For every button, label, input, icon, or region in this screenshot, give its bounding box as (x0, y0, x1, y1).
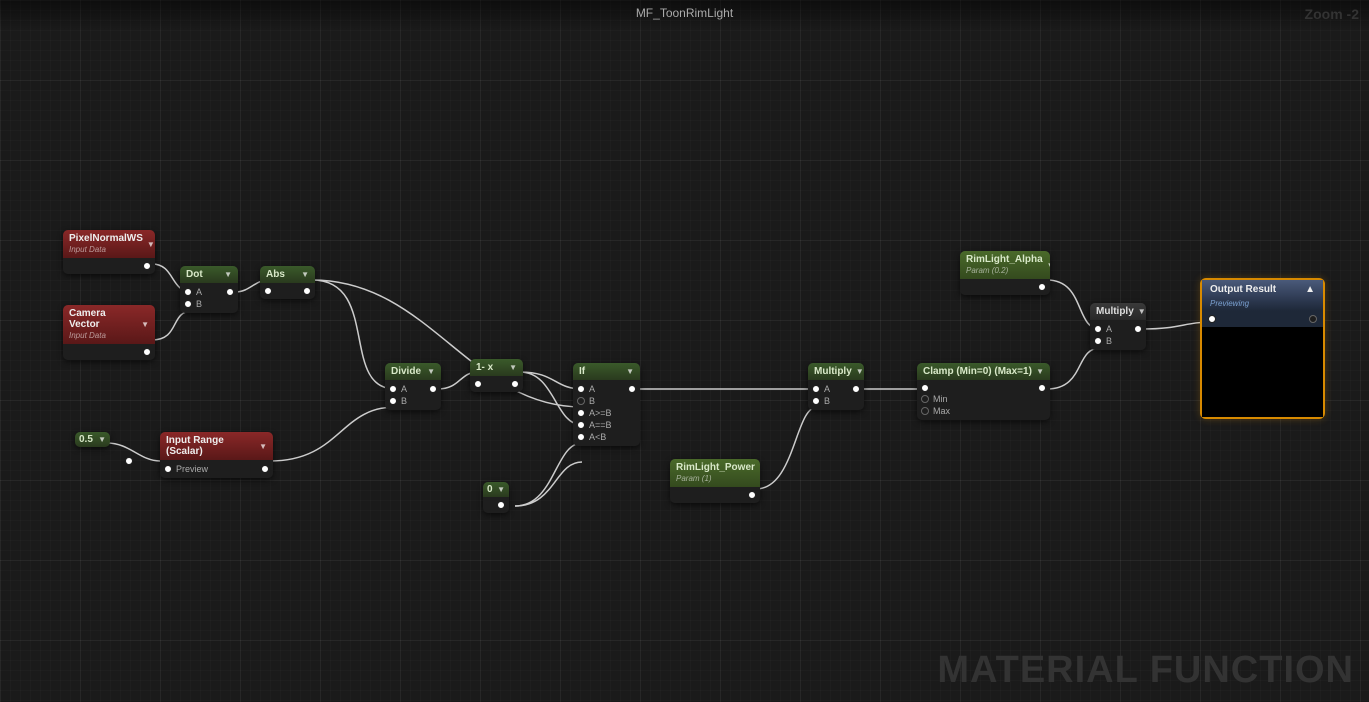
watermark: MATERIAL FUNCTION (937, 649, 1354, 692)
node-subtitle: Previewing (1202, 299, 1323, 311)
node-title: 1- x (476, 362, 493, 373)
input-pin-b[interactable] (577, 397, 585, 405)
input-pin-a[interactable] (1094, 325, 1102, 333)
node-subtitle: Param (0.2) (966, 266, 1008, 275)
input-pin-a[interactable] (389, 385, 397, 393)
input-pin-aeb[interactable] (577, 421, 585, 429)
node-const-05[interactable]: 0.5 ▼ (75, 432, 110, 447)
node-title: Input Range (Scalar) (166, 435, 255, 457)
input-pin[interactable] (1208, 315, 1216, 323)
chevron-up-icon[interactable]: ▲ (1305, 284, 1315, 295)
input-pin-b[interactable] (1094, 337, 1102, 345)
input-pin[interactable] (921, 384, 929, 392)
chevron-down-icon[interactable]: ▼ (259, 442, 267, 451)
node-title: PixelNormalWS (69, 233, 143, 244)
node-title: Output Result (1210, 284, 1276, 295)
node-title: Dot (186, 269, 203, 280)
node-multiply-1[interactable]: Multiply▼ A B (808, 363, 864, 410)
node-if[interactable]: If▼ A B A>=B A==B A<B (573, 363, 640, 446)
output-pin[interactable] (1038, 283, 1046, 291)
input-pin-min[interactable] (921, 395, 929, 403)
node-subtitle: Input Data (69, 331, 106, 340)
node-title: RimLight_Alpha (966, 254, 1043, 265)
chevron-down-icon[interactable]: ▼ (1138, 307, 1146, 316)
node-title: Clamp (Min=0) (Max=1) (923, 366, 1032, 377)
node-oneminus[interactable]: 1- x ▼ (470, 359, 523, 392)
chevron-down-icon[interactable]: ▼ (856, 367, 864, 376)
node-input-range[interactable]: Input Range (Scalar)▼ Preview (160, 432, 273, 478)
chevron-down-icon[interactable]: ▼ (98, 435, 106, 444)
chevron-down-icon[interactable]: ▼ (626, 367, 634, 376)
output-pin[interactable] (628, 385, 636, 393)
output-pin[interactable] (1309, 315, 1317, 323)
node-subtitle: Param (1) (676, 474, 712, 483)
node-divide[interactable]: Divide▼ A B (385, 363, 441, 410)
input-pin-b[interactable] (389, 397, 397, 405)
zoom-level: Zoom -2 (1305, 6, 1359, 22)
node-abs[interactable]: Abs ▼ (260, 266, 315, 299)
output-pin[interactable] (261, 465, 269, 473)
node-title: If (579, 366, 585, 377)
input-pin-a[interactable] (812, 385, 820, 393)
input-pin-a[interactable] (184, 288, 192, 296)
chevron-down-icon[interactable]: ▼ (224, 270, 232, 279)
node-cameravector[interactable]: Camera VectorInput Data ▼ (63, 305, 155, 360)
output-pin[interactable] (303, 287, 311, 295)
input-pin-agb[interactable] (577, 409, 585, 417)
input-pin[interactable] (164, 465, 172, 473)
input-pin-alb[interactable] (577, 433, 585, 441)
output-pin[interactable] (429, 385, 437, 393)
output-pin[interactable] (125, 457, 133, 465)
node-subtitle: Input Data (69, 245, 106, 254)
input-pin-b[interactable] (812, 397, 820, 405)
output-pin[interactable] (748, 491, 756, 499)
output-pin[interactable] (852, 385, 860, 393)
node-rimlight-power[interactable]: RimLight_PowerParam (1) ▼ (670, 459, 760, 503)
graph-title: MF_ToonRimLight (636, 6, 733, 20)
chevron-down-icon[interactable]: ▼ (1036, 367, 1044, 376)
input-pin-a[interactable] (577, 385, 585, 393)
node-title: Camera Vector (69, 308, 106, 330)
chevron-down-icon[interactable]: ▼ (497, 485, 505, 494)
input-pin[interactable] (474, 380, 482, 388)
node-title: 0.5 (79, 434, 93, 445)
node-pixelnormalws[interactable]: PixelNormalWSInput Data ▼ (63, 230, 155, 274)
node-title: Multiply (1096, 306, 1134, 317)
node-const-0[interactable]: 0▼ (483, 482, 509, 513)
chevron-down-icon[interactable]: ▼ (509, 363, 517, 372)
chevron-down-icon[interactable]: ▼ (427, 367, 435, 376)
output-pin[interactable] (1134, 325, 1142, 333)
output-pin[interactable] (511, 380, 519, 388)
input-pin-max[interactable] (921, 407, 929, 415)
chevron-down-icon[interactable]: ▼ (1047, 261, 1050, 270)
node-title: Divide (391, 366, 421, 377)
node-rimlight-alpha[interactable]: RimLight_AlphaParam (0.2) ▼ (960, 251, 1050, 295)
node-multiply-2[interactable]: Multiply▼ A B (1090, 303, 1146, 350)
connection-wires (0, 0, 1369, 702)
output-pin[interactable] (143, 348, 151, 356)
preview-thumbnail (1202, 327, 1323, 417)
chevron-down-icon[interactable]: ▼ (141, 320, 149, 329)
node-output-result[interactable]: Output Result ▲ Previewing (1200, 278, 1325, 419)
chevron-down-icon[interactable]: ▼ (759, 469, 760, 478)
node-title: RimLight_Power (676, 462, 755, 473)
node-title: Multiply (814, 366, 852, 377)
output-pin[interactable] (226, 288, 234, 296)
output-pin[interactable] (497, 501, 505, 509)
node-clamp[interactable]: Clamp (Min=0) (Max=1)▼ Min Max (917, 363, 1050, 420)
chevron-down-icon[interactable]: ▼ (147, 240, 155, 249)
chevron-down-icon[interactable]: ▼ (301, 270, 309, 279)
input-pin-b[interactable] (184, 300, 192, 308)
node-title: 0 (487, 484, 493, 495)
node-title: Abs (266, 269, 285, 280)
input-pin[interactable] (264, 287, 272, 295)
output-pin[interactable] (1038, 384, 1046, 392)
output-pin[interactable] (143, 262, 151, 270)
node-dot[interactable]: Dot▼ A B (180, 266, 238, 313)
